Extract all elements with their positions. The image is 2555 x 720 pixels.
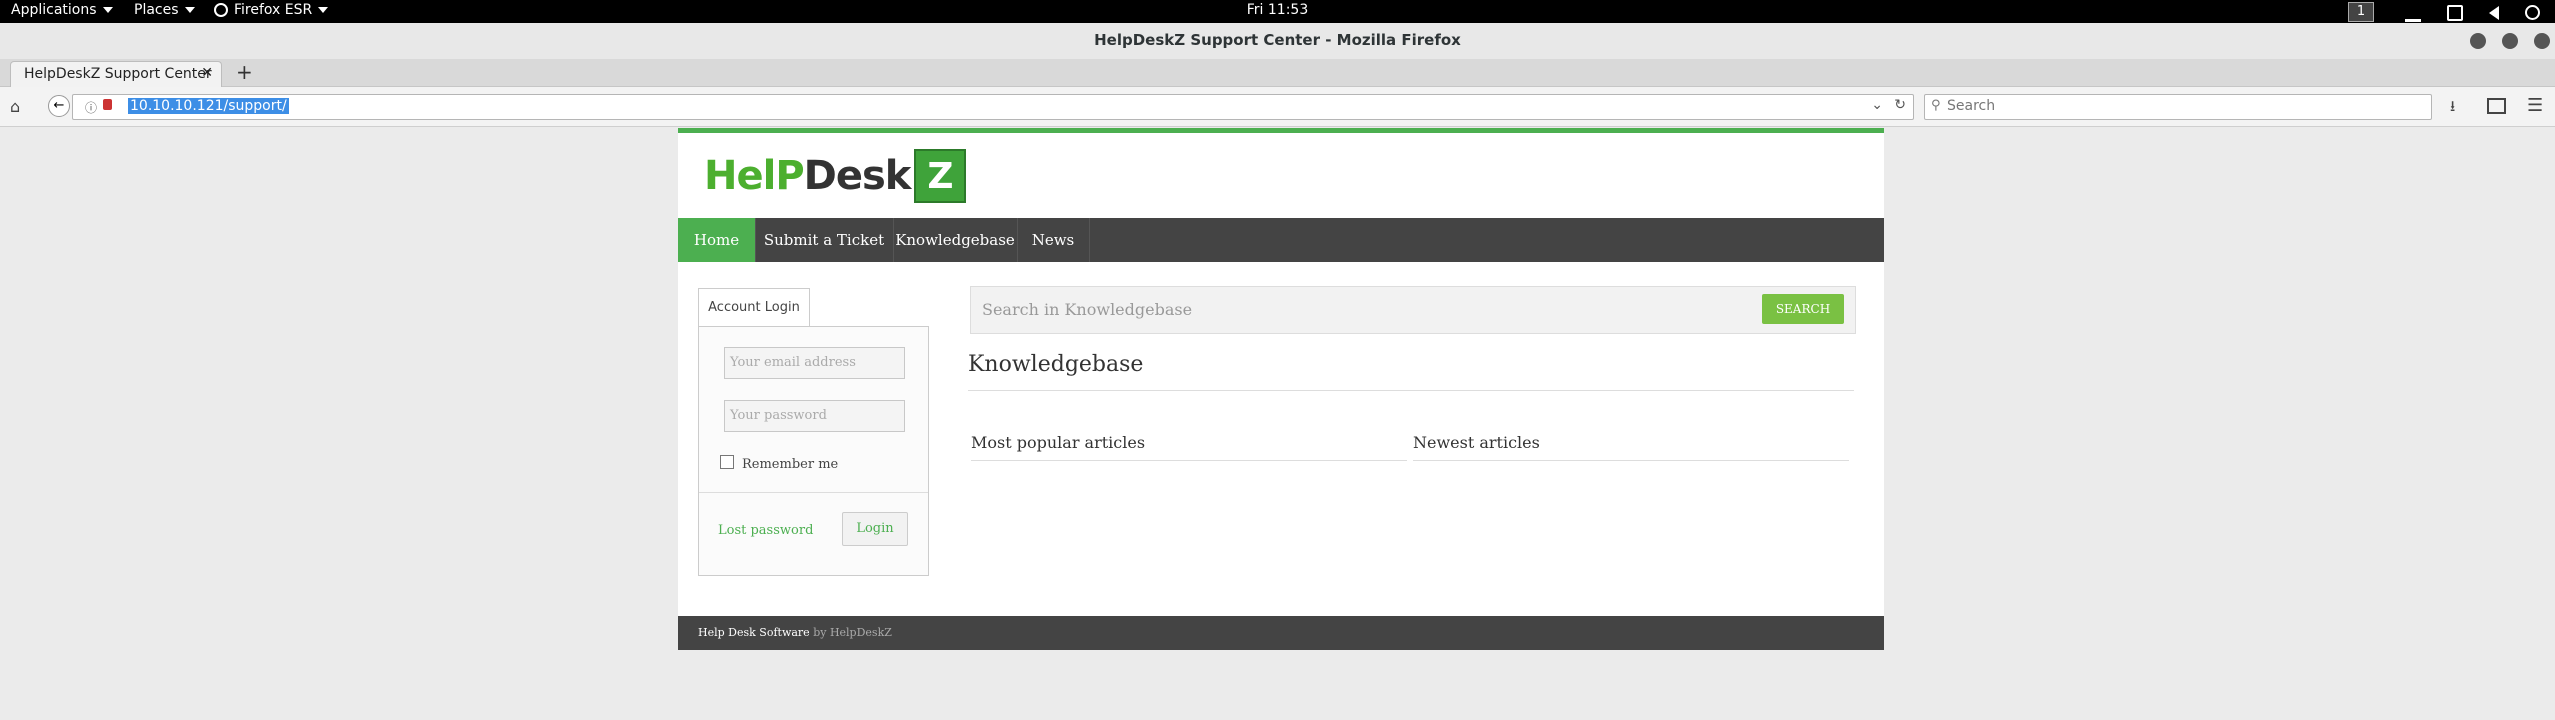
new-tab-button[interactable]: + bbox=[236, 60, 253, 84]
window-title: HelpDeskZ Support Center - Mozilla Firef… bbox=[1094, 31, 1461, 49]
footer-by: by HelpDeskZ bbox=[813, 626, 892, 639]
browser-toolbar: ⌂ ← ⓘ 10.10.10.121/support/ ⌄ ↻ ⚲ Search… bbox=[0, 87, 2555, 127]
divider bbox=[968, 390, 1854, 391]
workspace-indicator[interactable]: 1 bbox=[2348, 2, 2374, 22]
password-field[interactable]: Your password bbox=[724, 400, 905, 432]
logo-desk-text: Desk bbox=[803, 153, 912, 199]
login-panel: Your email address Your password Remembe… bbox=[698, 326, 929, 576]
nav-submit-ticket[interactable]: Submit a Ticket bbox=[755, 218, 894, 262]
url-text[interactable]: 10.10.10.121/support/ bbox=[128, 98, 289, 114]
footer-text: Help Desk Software by HelpDeskZ bbox=[698, 626, 892, 639]
home-icon[interactable]: ⌂ bbox=[10, 97, 20, 116]
maximize-button[interactable] bbox=[2502, 33, 2518, 49]
clock[interactable]: Fri 11:53 bbox=[0, 2, 2555, 18]
network-icon[interactable] bbox=[2405, 3, 2421, 22]
hamburger-menu-icon[interactable]: ☰ bbox=[2527, 95, 2543, 116]
footer-link[interactable]: Help Desk Software bbox=[698, 626, 810, 639]
email-field[interactable]: Your email address bbox=[724, 347, 905, 379]
gnome-top-bar: Applications Places Firefox ESR Fri 11:5… bbox=[0, 0, 2555, 23]
power-icon[interactable] bbox=[2525, 5, 2540, 20]
system-tray[interactable] bbox=[2405, 3, 2555, 22]
lost-password-link[interactable]: Lost password bbox=[718, 523, 813, 538]
divider bbox=[971, 460, 1407, 461]
nav-news[interactable]: News bbox=[1017, 218, 1090, 262]
reload-icon[interactable]: ↻ bbox=[1894, 97, 1906, 113]
top-accent-bar bbox=[678, 128, 1884, 133]
settings-icon[interactable] bbox=[2447, 4, 2463, 21]
divider bbox=[1413, 460, 1849, 461]
account-login-tab[interactable]: Account Login bbox=[698, 288, 810, 328]
remember-me-label: Remember me bbox=[742, 457, 839, 472]
search-bar[interactable]: ⚲ Search bbox=[1924, 94, 2432, 120]
back-button[interactable]: ← bbox=[48, 95, 70, 117]
tab-strip: HelpDeskZ Support Center ✕ + bbox=[0, 59, 2555, 87]
kb-search-button[interactable]: SEARCH bbox=[1762, 294, 1844, 324]
page-footer: Help Desk Software by HelpDeskZ bbox=[678, 616, 1884, 650]
volume-icon[interactable] bbox=[2489, 5, 2499, 20]
page-container: HelP Desk Z Home Submit a Ticket Knowled… bbox=[678, 128, 1884, 650]
divider bbox=[699, 492, 928, 493]
search-placeholder: Search bbox=[1947, 98, 1996, 114]
main-navigation: Home Submit a Ticket Knowledgebase News bbox=[678, 218, 1884, 262]
remember-me-checkbox[interactable] bbox=[720, 455, 734, 469]
nav-home[interactable]: Home bbox=[678, 218, 756, 262]
logo-z-box: Z bbox=[914, 149, 967, 203]
logo-help-text: HelP bbox=[704, 153, 805, 199]
window-title-bar[interactable]: HelpDeskZ Support Center - Mozilla Firef… bbox=[0, 23, 2555, 60]
login-button[interactable]: Login bbox=[842, 512, 908, 546]
tab-title: HelpDeskZ Support Center bbox=[24, 66, 212, 82]
close-button[interactable] bbox=[2534, 33, 2550, 49]
dropdown-arrow-icon[interactable]: ⌄ bbox=[1871, 97, 1883, 113]
browser-tab[interactable]: HelpDeskZ Support Center ✕ bbox=[10, 61, 222, 87]
close-icon[interactable]: ✕ bbox=[201, 65, 213, 81]
url-bar[interactable]: ⓘ 10.10.10.121/support/ ⌄ ↻ bbox=[72, 94, 1914, 120]
download-icon[interactable]: ⭳ bbox=[2450, 96, 2455, 121]
page-title: Knowledgebase bbox=[968, 352, 1144, 377]
newest-articles-heading: Newest articles bbox=[1413, 433, 1540, 452]
minimize-button[interactable] bbox=[2470, 33, 2486, 49]
kb-search-input[interactable]: Search in Knowledgebase bbox=[982, 300, 1192, 319]
kb-search-box: Search in Knowledgebase SEARCH bbox=[970, 286, 1856, 334]
sidebar-icon[interactable] bbox=[2487, 98, 2506, 114]
insecure-lock-icon bbox=[103, 99, 112, 110]
popular-articles-heading: Most popular articles bbox=[971, 433, 1146, 452]
search-icon: ⚲ bbox=[1931, 98, 1941, 113]
helpdeskz-logo[interactable]: HelP Desk Z bbox=[704, 149, 967, 203]
info-icon[interactable]: ⓘ bbox=[85, 99, 97, 116]
nav-knowledgebase[interactable]: Knowledgebase bbox=[893, 218, 1018, 262]
